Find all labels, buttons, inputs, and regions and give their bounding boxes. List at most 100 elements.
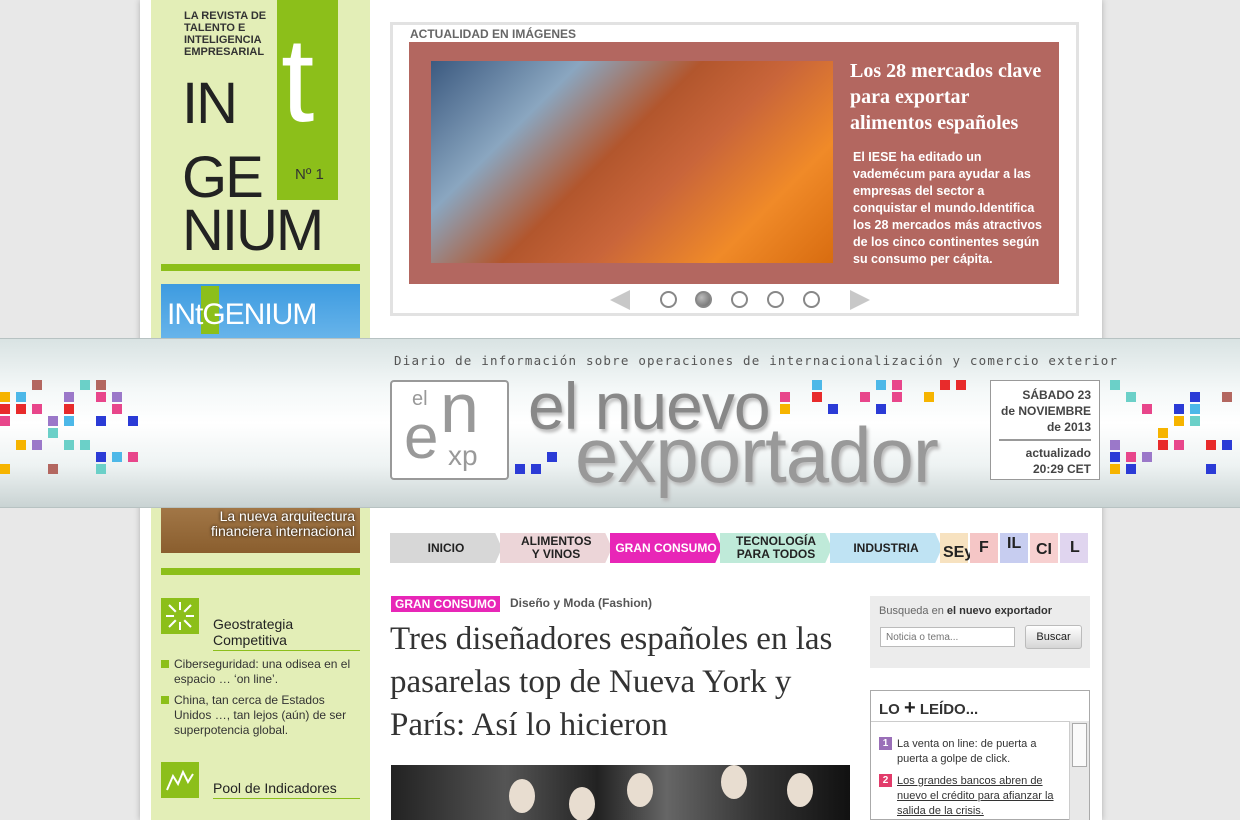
pixel-square — [956, 380, 966, 390]
nav-label: INICIO — [427, 540, 465, 555]
nav-item-industria[interactable]: INDUSTRIA — [830, 533, 942, 563]
prev-arrow-icon[interactable] — [610, 290, 630, 310]
next-arrow-icon[interactable] — [850, 290, 870, 310]
pixel-square — [1158, 440, 1168, 450]
slide-dot[interactable] — [660, 291, 677, 308]
masthead-logo[interactable]: el n e xp — [390, 369, 509, 480]
slide-dot-active[interactable] — [695, 291, 712, 308]
pixel-square — [1206, 440, 1216, 450]
slide-dot[interactable] — [803, 291, 820, 308]
nav-label: TECNOLOGÍA PARA TODOS — [736, 534, 816, 561]
slide-dot[interactable] — [767, 291, 784, 308]
sidebar-link[interactable]: China, tan cerca de Estados Unidos …, ta… — [161, 693, 360, 738]
pixel-square — [96, 416, 106, 426]
list-item[interactable]: 1 La venta on line: de puerta a puerta a… — [879, 737, 1059, 767]
nav-letter-l[interactable]: L — [1060, 533, 1088, 563]
slideshow-photo[interactable] — [431, 61, 833, 263]
pixel-square — [780, 392, 790, 402]
brand-word-nium[interactable]: NIUM — [182, 202, 324, 260]
pixel-square — [547, 452, 557, 462]
cover-title: INtGENIUM — [167, 298, 317, 331]
article-photo[interactable] — [391, 765, 850, 820]
nav-letters: SEy F IL CI L — [940, 533, 1090, 563]
scroll-thumb[interactable] — [1072, 723, 1087, 767]
nav-item-gran-consumo[interactable]: GRAN CONSUMO — [610, 533, 722, 563]
model-face — [627, 773, 653, 807]
nav-label: ALIMENTOS Y VINOS — [521, 534, 592, 561]
pixel-square — [80, 440, 90, 450]
section-pool-indicadores[interactable]: Pool de Indicadores — [161, 762, 360, 802]
pixel-square — [64, 404, 74, 414]
most-read-suffix: LEÍDO... — [919, 701, 979, 718]
nav-label: GRAN CONSUMO — [615, 540, 717, 555]
slide-dot[interactable] — [731, 291, 748, 308]
slideshow-controls — [610, 288, 880, 312]
article-headline[interactable]: Tres diseñadores españoles en las pasare… — [390, 618, 850, 747]
pixel-square — [1110, 380, 1120, 390]
brand-t-letter: t — [281, 13, 315, 147]
rank-number: 2 — [879, 774, 892, 787]
subcategory-label[interactable]: Diseño y Moda (Fashion) — [510, 596, 652, 610]
model-face — [569, 787, 595, 820]
pixel-square — [1190, 392, 1200, 402]
section-geostrategia[interactable]: Geostrategia Competitiva — [161, 598, 360, 651]
nav-letter-ci[interactable]: CI — [1030, 533, 1058, 563]
pixel-square — [1110, 440, 1120, 450]
pixel-square — [48, 428, 58, 438]
search-button[interactable]: Buscar — [1025, 625, 1082, 649]
list-item[interactable]: 2 Los grandes bancos abren de nuevo el c… — [879, 774, 1059, 819]
brand-word-in[interactable]: IN — [182, 75, 238, 133]
line-chart-icon — [161, 762, 199, 798]
date-divider — [999, 439, 1091, 441]
nav-item-tecnologia[interactable]: TECNOLOGÍA PARA TODOS — [720, 533, 832, 563]
pixel-square — [64, 392, 74, 402]
pixel-square — [1222, 440, 1232, 450]
pixel-square — [1126, 464, 1136, 474]
pixel-square — [1222, 392, 1232, 402]
pixel-square — [16, 404, 26, 414]
most-read-scrollbar[interactable] — [1069, 721, 1089, 820]
category-badge[interactable]: GRAN CONSUMO — [391, 596, 501, 612]
pixel-square — [1158, 428, 1168, 438]
slideshow-title[interactable]: Los 28 mercados clave para exportar alim… — [850, 58, 1050, 136]
nav-letter-il[interactable]: IL — [1000, 533, 1028, 563]
nav-letter-sey[interactable]: SEy — [940, 533, 973, 563]
pixel-square — [1174, 440, 1184, 450]
pixel-square — [32, 404, 42, 414]
pixel-square — [64, 416, 74, 426]
brand-word-ge[interactable]: GE — [182, 149, 264, 207]
nav-letter-f[interactable]: F — [970, 533, 998, 563]
pixel-square — [32, 380, 42, 390]
pixel-square — [0, 404, 10, 414]
model-face — [721, 765, 747, 799]
pixel-square — [1110, 452, 1120, 462]
brand-tagline: LA REVISTA DE TALENTO E INTELIGENCIA EMP… — [184, 10, 267, 58]
updated-label: actualizado — [1025, 446, 1091, 460]
pixel-square — [112, 452, 122, 462]
logo-e: e — [404, 403, 439, 472]
masthead-name-line2[interactable]: exportador — [575, 410, 939, 501]
pixel-square — [80, 380, 90, 390]
pixel-square — [128, 416, 138, 426]
pixel-square — [1142, 404, 1152, 414]
pixel-square — [1206, 464, 1216, 474]
nav-label: INDUSTRIA — [853, 540, 919, 555]
slideshow-label: ACTUALIDAD EN IMÁGENES — [410, 27, 577, 41]
pixel-square — [0, 416, 10, 426]
search-label-brand: el nuevo exportador — [946, 605, 1053, 617]
sidebar-link[interactable]: Ciberseguridad: una odisea en el espacio… — [161, 657, 360, 687]
nav-item-inicio[interactable]: INICIO — [390, 533, 502, 563]
search-input[interactable] — [880, 627, 1015, 647]
pixel-square — [16, 392, 26, 402]
nav-item-alimentos[interactable]: ALIMENTOS Y VINOS — [500, 533, 612, 563]
pixel-square — [812, 380, 822, 390]
brand-t-block[interactable]: t Nº 1 — [277, 0, 338, 200]
cover-caption: La nueva arquitectura financiera interna… — [211, 508, 355, 539]
most-read-prefix: LO — [879, 701, 900, 718]
list-item-text: Los grandes bancos abren de nuevo el cré… — [897, 775, 1054, 817]
logo-n: n — [440, 369, 479, 447]
pixel-square — [892, 392, 902, 402]
date-day: SÁBADO 23 — [1022, 388, 1091, 402]
pixel-square — [112, 392, 122, 402]
rank-number: 1 — [879, 737, 892, 750]
